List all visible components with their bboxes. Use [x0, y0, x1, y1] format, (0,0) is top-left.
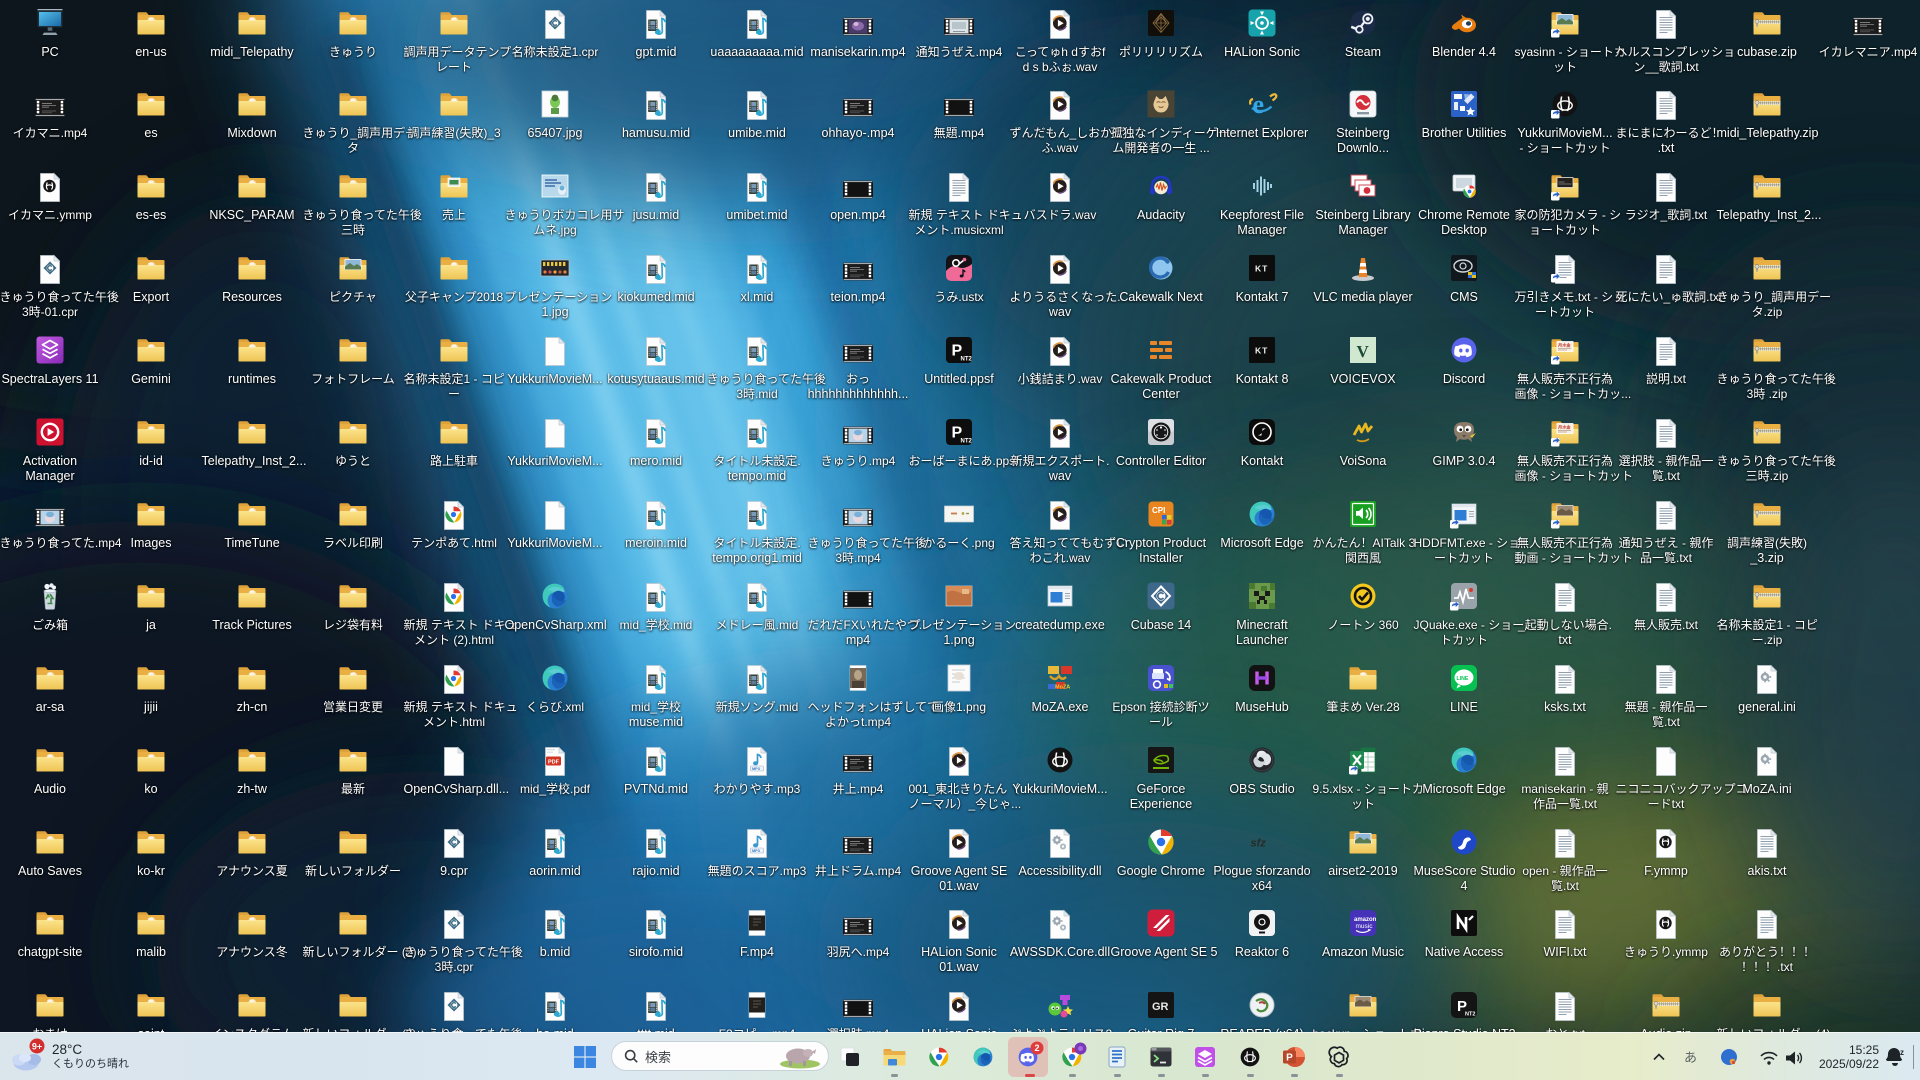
svg-text:9+: 9+: [32, 1042, 42, 1052]
svg-text:2: 2: [1034, 1043, 1039, 1053]
svg-text:P: P: [1286, 1053, 1293, 1064]
svg-text:z: z: [1900, 1048, 1904, 1057]
